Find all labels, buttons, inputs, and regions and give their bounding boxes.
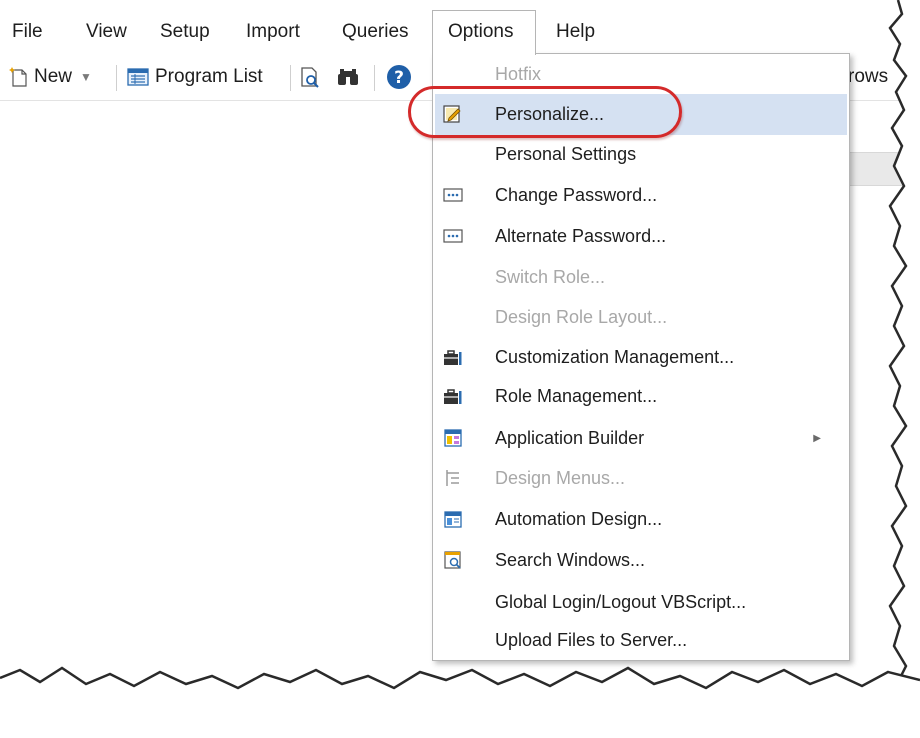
menu-item-label: Search Windows... <box>495 550 646 570</box>
menu-item-design-role-layout: Design Role Layout... <box>433 297 849 338</box>
torn-edge-bottom <box>0 666 920 738</box>
help-icon: ? <box>387 65 411 89</box>
menu-item-search-windows[interactable]: Search Windows... <box>433 540 849 581</box>
search-windows-icon <box>444 551 461 569</box>
application-builder-icon <box>444 429 462 447</box>
menu-item-upload-files-to-server[interactable]: Upload Files to Server... <box>433 620 849 661</box>
menu-item-automation-design[interactable]: Automation Design... <box>433 499 849 540</box>
password-icon <box>443 229 463 243</box>
menubar: File View Setup Import Queries Options H… <box>0 10 900 55</box>
toolbar-divider <box>374 65 375 91</box>
svg-text:?: ? <box>394 68 404 88</box>
options-dropdown-menu: Hotfix Personalize... Personal Settings … <box>432 53 850 661</box>
document-magnifier-icon <box>301 67 319 88</box>
menu-item-label: Switch Role... <box>495 267 606 287</box>
menu-help[interactable]: Help <box>546 10 605 54</box>
menu-item-label: Change Password... <box>495 185 658 205</box>
menu-item-label: Automation Design... <box>495 509 663 529</box>
toolbar-divider <box>290 65 291 91</box>
torn-edge-right <box>888 0 920 738</box>
design-menus-icon <box>446 470 459 486</box>
new-button[interactable]: New ▼ <box>8 63 92 91</box>
menu-item-label: Design Menus... <box>495 468 626 488</box>
menu-item-label: Personal Settings <box>495 144 637 164</box>
menu-item-label: Global Login/Logout VBScript... <box>495 592 747 612</box>
menu-item-switch-role: Switch Role... <box>433 257 849 298</box>
menu-item-label: Alternate Password... <box>495 226 667 246</box>
application-window: File View Setup Import Queries Options H… <box>0 0 920 738</box>
menu-import[interactable]: Import <box>236 10 310 54</box>
menu-item-label: Customization Management... <box>495 347 735 367</box>
help-button[interactable]: ? <box>386 63 412 91</box>
menu-item-change-password[interactable]: Change Password... <box>433 175 849 216</box>
chevron-down-icon[interactable]: ▼ <box>80 70 92 84</box>
new-document-icon <box>9 67 27 87</box>
menu-item-personal-settings[interactable]: Personal Settings <box>433 134 849 175</box>
preview-button[interactable] <box>298 63 322 91</box>
menu-file[interactable]: File <box>2 10 53 54</box>
toolbox-icon <box>444 389 462 404</box>
menu-item-label: Upload Files to Server... <box>495 630 688 650</box>
menu-options[interactable]: Options <box>432 10 536 55</box>
menu-item-label: Hotfix <box>495 64 542 84</box>
find-button[interactable] <box>336 63 360 91</box>
binoculars-icon <box>338 69 358 85</box>
menu-queries[interactable]: Queries <box>332 10 419 54</box>
chevron-right-icon: ▶ <box>813 433 821 444</box>
annotation-highlight-ellipse <box>408 86 682 138</box>
menu-item-design-menus: Design Menus... <box>433 458 849 499</box>
menu-view[interactable]: View <box>76 10 137 54</box>
menu-item-label: Design Role Layout... <box>495 307 668 327</box>
program-list-button[interactable]: Program List <box>126 63 263 91</box>
menu-item-customization-management[interactable]: Customization Management... <box>433 337 849 378</box>
menu-item-global-login-logout-vbscript[interactable]: Global Login/Logout VBScript... <box>433 582 849 623</box>
program-list-icon <box>127 68 149 86</box>
toolbox-icon <box>444 350 462 365</box>
new-button-label: New <box>34 66 73 87</box>
automation-design-icon <box>444 511 462 528</box>
menu-item-application-builder[interactable]: Application Builder ▶ <box>433 418 849 459</box>
menu-item-label: Role Management... <box>495 386 658 406</box>
menu-item-label: Application Builder <box>495 428 645 448</box>
menu-item-role-management[interactable]: Role Management... <box>433 376 849 417</box>
toolbar-divider <box>116 65 117 91</box>
program-list-label: Program List <box>155 66 263 87</box>
menu-setup[interactable]: Setup <box>150 10 220 54</box>
password-icon <box>443 188 463 202</box>
menu-item-alternate-password[interactable]: Alternate Password... <box>433 216 849 257</box>
